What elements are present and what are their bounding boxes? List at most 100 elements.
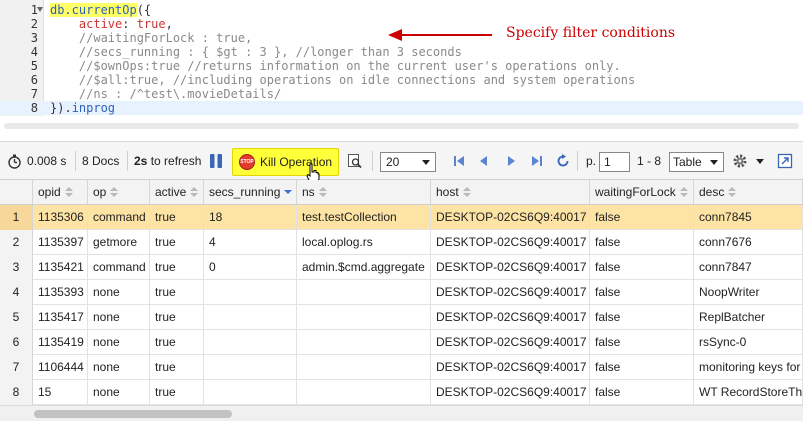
scrollbar-thumb[interactable] [34, 410, 232, 418]
cell-op[interactable]: none [88, 280, 150, 305]
column-header-ns[interactable]: ns [297, 180, 431, 205]
last-page-icon[interactable] [531, 155, 543, 167]
table-row[interactable]: 8 15 none true DESKTOP-02CS6Q9:40017 false WT … [0, 380, 803, 405]
editor-horizontal-scrollbar[interactable] [0, 116, 803, 142]
sort-descending-icon[interactable] [284, 187, 293, 197]
table-row[interactable]: 1 1135306 command true 18 test.testCollection… [0, 205, 803, 230]
cell-opid[interactable]: 1135397 [33, 230, 88, 255]
cell-ns[interactable]: admin.$cmd.aggregate [297, 255, 431, 280]
prev-page-icon[interactable] [478, 155, 490, 167]
fold-arrow-icon[interactable] [37, 7, 43, 12]
code-line[interactable]: 8}).inprog [0, 101, 803, 115]
cell-ns[interactable] [297, 330, 431, 355]
cell-active[interactable]: true [150, 255, 204, 280]
sort-icon[interactable] [64, 187, 73, 197]
cell-secs_running[interactable] [204, 305, 297, 330]
table-row[interactable]: 3 1135421 command true 0 admin.$cmd.aggregate… [0, 255, 803, 280]
row-number[interactable]: 4 [0, 280, 33, 305]
sort-icon[interactable] [728, 187, 737, 197]
cell-op[interactable]: none [88, 380, 150, 405]
page-size-select[interactable]: 20 [380, 152, 436, 172]
table-horizontal-scrollbar[interactable] [0, 405, 803, 421]
cell-op[interactable]: none [88, 305, 150, 330]
cell-secs_running[interactable] [204, 280, 297, 305]
export-icon[interactable] [777, 153, 793, 169]
cell-opid[interactable]: 15 [33, 380, 88, 405]
gear-icon[interactable] [732, 153, 748, 169]
next-page-icon[interactable] [505, 155, 517, 167]
sort-icon[interactable] [679, 187, 688, 197]
cell-opid[interactable]: 1135417 [33, 305, 88, 330]
cell-desc[interactable]: conn7676 [694, 230, 803, 255]
cell-desc[interactable]: WT RecordStoreTh [694, 380, 803, 405]
column-header-waitingForLock[interactable]: waitingForLock [590, 180, 694, 205]
cell-secs_running[interactable] [204, 330, 297, 355]
cell-ns[interactable] [297, 305, 431, 330]
table-row[interactable]: 7 1106444 none true DESKTOP-02CS6Q9:40017 fal… [0, 355, 803, 380]
cell-ns[interactable]: test.testCollection [297, 205, 431, 230]
cell-opid[interactable]: 1135393 [33, 280, 88, 305]
code-line[interactable]: 6 //$all:true, //including operations on… [0, 73, 803, 87]
cell-waitingForLock[interactable]: false [590, 380, 694, 405]
cell-desc[interactable]: rsSync-0 [694, 330, 803, 355]
cell-ns[interactable] [297, 280, 431, 305]
page-number-input[interactable]: 1 [599, 152, 630, 172]
cell-waitingForLock[interactable]: false [590, 230, 694, 255]
cell-host[interactable]: DESKTOP-02CS6Q9:40017 [431, 280, 590, 305]
row-number[interactable]: 3 [0, 255, 33, 280]
cell-waitingForLock[interactable]: false [590, 255, 694, 280]
sort-icon[interactable] [190, 187, 199, 197]
cell-host[interactable]: DESKTOP-02CS6Q9:40017 [431, 330, 590, 355]
cell-op[interactable]: none [88, 330, 150, 355]
settings-dropdown-caret[interactable] [756, 159, 764, 164]
cell-opid[interactable]: 1135306 [33, 205, 88, 230]
cell-op[interactable]: command [88, 205, 150, 230]
table-row[interactable]: 5 1135417 none true DESKTOP-02CS6Q9:40017 fal… [0, 305, 803, 330]
code-line[interactable]: 1 db.currentOp({ [0, 3, 803, 17]
cell-secs_running[interactable] [204, 355, 297, 380]
kill-operation-button[interactable]: STOP Kill Operation [232, 148, 339, 176]
cell-host[interactable]: DESKTOP-02CS6Q9:40017 [431, 255, 590, 280]
row-number[interactable]: 5 [0, 305, 33, 330]
cell-ns[interactable] [297, 380, 431, 405]
cell-active[interactable]: true [150, 305, 204, 330]
cell-op[interactable]: none [88, 355, 150, 380]
cell-waitingForLock[interactable]: false [590, 205, 694, 230]
sort-icon[interactable] [318, 187, 327, 197]
cell-active[interactable]: true [150, 205, 204, 230]
table-row[interactable]: 4 1135393 none true DESKTOP-02CS6Q9:40017 fal… [0, 280, 803, 305]
query-editor[interactable]: 1 db.currentOp({2 active: true, 3 //waitin… [0, 0, 803, 116]
column-header-op[interactable]: op [88, 180, 150, 205]
cell-desc[interactable]: conn7847 [694, 255, 803, 280]
cell-host[interactable]: DESKTOP-02CS6Q9:40017 [431, 230, 590, 255]
sort-icon[interactable] [110, 187, 119, 197]
cell-desc[interactable]: monitoring keys for [694, 355, 803, 380]
code-line[interactable]: 4 //secs_running : { $gt : 3 }, //longer… [0, 45, 803, 59]
cell-opid[interactable]: 1106444 [33, 355, 88, 380]
cell-active[interactable]: true [150, 230, 204, 255]
refresh-icon[interactable] [556, 154, 570, 168]
cell-secs_running[interactable]: 4 [204, 230, 297, 255]
cell-op[interactable]: getmore [88, 230, 150, 255]
cell-active[interactable]: true [150, 330, 204, 355]
code-line[interactable]: 7 //ns : /^test\.movieDetails/ [0, 87, 803, 101]
first-page-icon[interactable] [453, 155, 465, 167]
table-row[interactable]: 6 1135419 none true DESKTOP-02CS6Q9:40017 fal… [0, 330, 803, 355]
row-number[interactable]: 6 [0, 330, 33, 355]
sort-icon[interactable] [462, 187, 471, 197]
row-number[interactable]: 7 [0, 355, 33, 380]
pause-icon[interactable] [209, 153, 223, 169]
column-header-host[interactable]: host [431, 180, 590, 205]
cell-desc[interactable]: ReplBatcher [694, 305, 803, 330]
cell-desc[interactable]: conn7845 [694, 205, 803, 230]
row-number[interactable]: 8 [0, 380, 33, 405]
view-mode-select[interactable]: Table [669, 152, 724, 172]
cell-host[interactable]: DESKTOP-02CS6Q9:40017 [431, 305, 590, 330]
cell-desc[interactable]: NoopWriter [694, 280, 803, 305]
row-number[interactable]: 1 [0, 205, 33, 230]
cell-secs_running[interactable]: 18 [204, 205, 297, 230]
cell-active[interactable]: true [150, 280, 204, 305]
cell-ns[interactable] [297, 355, 431, 380]
column-header-secs_running[interactable]: secs_running [204, 180, 297, 205]
cell-host[interactable]: DESKTOP-02CS6Q9:40017 [431, 355, 590, 380]
